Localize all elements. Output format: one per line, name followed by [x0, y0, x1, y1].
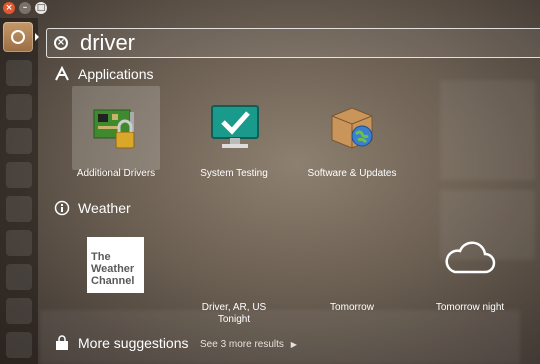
app-result-software-updates[interactable]: Software & Updates: [292, 86, 412, 186]
close-window-button[interactable]: ×: [3, 2, 15, 14]
weather-result-tomorrow[interactable]: Tomorrow: [292, 232, 412, 322]
weather-channel-logo: The Weather Channel: [87, 237, 144, 293]
weather-result-weather-channel[interactable]: The Weather Channel: [56, 232, 176, 293]
cloud-icon: [445, 241, 496, 274]
weather-label: Driver, AR, US Tonight: [201, 302, 267, 325]
section-title: More suggestions: [78, 335, 189, 351]
applications-lens-icon: [55, 66, 69, 81]
app-result-system-testing[interactable]: System Testing: [174, 86, 294, 186]
launcher-item-presentation[interactable]: [6, 298, 32, 324]
circuit-board-lock-icon: [93, 109, 135, 149]
launcher-item-terminal[interactable]: [6, 196, 32, 222]
see-more-results-link[interactable]: See 3 more results ▶: [200, 336, 297, 354]
weather-label: Tomorrow night: [435, 302, 505, 313]
search-input[interactable]: driver: [80, 30, 135, 56]
launcher-item-files[interactable]: [6, 60, 32, 86]
section-title: Weather: [78, 200, 131, 216]
weather-result-tomorrow-night[interactable]: Tomorrow night: [410, 232, 530, 322]
active-indicator-icon: [35, 33, 39, 41]
ubuntu-logo-icon: [11, 30, 25, 44]
section-title: Applications: [78, 66, 154, 82]
shopping-bag-icon: [56, 335, 68, 350]
app-label: Additional Drivers: [76, 168, 156, 179]
weather-result-tonight[interactable]: Driver, AR, US Tonight: [174, 232, 294, 325]
maximize-window-button[interactable]: □: [35, 2, 47, 14]
launcher-item-document[interactable]: [6, 230, 32, 256]
dash-search-bar[interactable]: × driver: [46, 28, 540, 58]
see-more-label: See 3 more results: [200, 339, 284, 350]
app-label: System Testing: [200, 168, 268, 179]
info-icon: [54, 200, 70, 216]
launcher-item-system[interactable]: [6, 332, 32, 358]
app-result-additional-drivers[interactable]: Additional Drivers: [56, 86, 176, 186]
chevron-right-icon: ▶: [290, 340, 297, 349]
launcher-item-browser[interactable]: [6, 94, 32, 120]
package-globe-icon: [331, 107, 373, 149]
dash-home-button[interactable]: [3, 22, 33, 52]
weather-channel-logo-text: The Weather Channel: [91, 251, 135, 287]
launcher-item-settings[interactable]: [6, 162, 32, 188]
weather-label: Tomorrow: [330, 302, 374, 313]
monitor-checkmark-icon: [211, 105, 259, 148]
launcher-item-software[interactable]: [6, 128, 32, 154]
launcher-item-spreadsheet[interactable]: [6, 264, 32, 290]
minimize-window-button[interactable]: –: [19, 2, 31, 14]
launcher: [0, 18, 39, 364]
app-label: Software & Updates: [307, 168, 397, 179]
close-circle-icon[interactable]: ×: [54, 36, 68, 50]
